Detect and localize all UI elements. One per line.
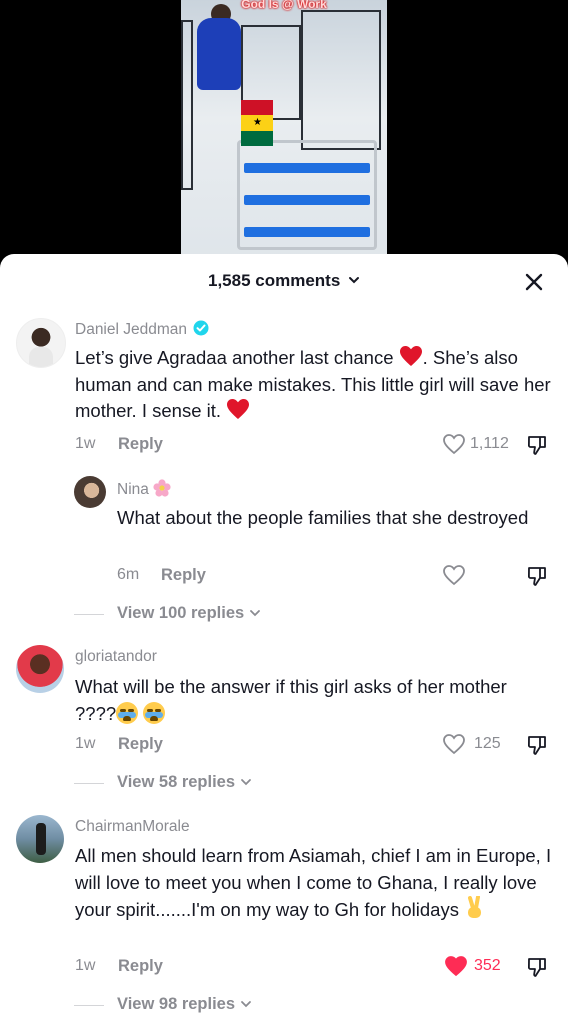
comment-text-part: What will be the answer if this girl ask…: [75, 676, 507, 724]
like-heart-icon[interactable]: [442, 433, 466, 455]
crying-face-emoji-icon: [116, 701, 139, 724]
red-heart-emoji-icon: [227, 399, 250, 419]
chevron-down-icon: [240, 1001, 251, 1008]
ghana-flag: ★: [241, 100, 273, 146]
reply-button[interactable]: Reply: [118, 435, 163, 454]
like-count: 1,112: [470, 435, 509, 452]
wire-shelf: [181, 20, 193, 190]
reply-button[interactable]: Reply: [118, 735, 163, 754]
pink-flower-emoji-icon: [153, 479, 171, 497]
comment-time: 6m: [117, 566, 140, 583]
like-count: 125: [474, 735, 501, 752]
person-figure: [197, 18, 241, 90]
avatar[interactable]: [16, 815, 64, 863]
view-replies-label: View 58 replies: [117, 773, 236, 791]
crying-face-emoji-icon: [143, 701, 166, 724]
close-icon[interactable]: [522, 270, 546, 294]
comment-text: What will be the answer if this girl ask…: [75, 674, 515, 727]
avatar[interactable]: [74, 476, 106, 508]
comment-username[interactable]: ChairmanMorale: [75, 818, 190, 836]
view-replies-button[interactable]: View 98 replies: [117, 995, 252, 1014]
reply-button[interactable]: Reply: [161, 566, 206, 585]
comment-text: All men should learn from Asiamah, chief…: [75, 843, 560, 924]
divider-line: [74, 1005, 104, 1006]
dislike-icon[interactable]: [525, 955, 549, 979]
divider-line: [74, 783, 104, 784]
verified-badge-icon: [193, 320, 209, 336]
chevron-down-icon: [240, 779, 251, 786]
avatar[interactable]: [16, 645, 64, 693]
view-replies-label: View 100 replies: [117, 604, 245, 622]
divider-line: [74, 614, 104, 615]
reply-button[interactable]: Reply: [118, 957, 163, 976]
victory-hand-emoji-icon: [468, 895, 482, 918]
like-heart-icon[interactable]: [442, 564, 466, 586]
comment-time: 1w: [75, 957, 96, 974]
comment-text: What about the people families that she …: [117, 507, 529, 528]
like-count: 352: [474, 957, 501, 974]
shelving-cart: [237, 140, 377, 250]
comment-count-toggle[interactable]: 1,585 comments: [0, 271, 568, 291]
view-replies-label: View 98 replies: [117, 995, 236, 1013]
comment-username[interactable]: Nina: [117, 479, 171, 499]
video-thumbnail[interactable]: God Is @ Work ★: [181, 0, 387, 262]
comment-time: 1w: [75, 435, 96, 452]
view-replies-button[interactable]: View 58 replies: [117, 773, 252, 792]
chevron-down-icon: [249, 610, 260, 617]
wire-shelf: [301, 10, 381, 150]
comment-username[interactable]: gloriatandor: [75, 648, 157, 666]
comment-time: 1w: [75, 735, 96, 752]
comment-username[interactable]: Daniel Jeddman: [75, 320, 209, 339]
comment-text-part: Let’s give Agradaa another last chance: [75, 347, 394, 368]
red-heart-emoji-icon: [399, 346, 422, 366]
chevron-down-icon: [349, 277, 360, 284]
dislike-icon[interactable]: [525, 564, 549, 588]
liked-heart-icon[interactable]: [444, 955, 468, 977]
username-text: Daniel Jeddman: [75, 321, 188, 338]
like-heart-icon[interactable]: [442, 733, 466, 755]
avatar[interactable]: [16, 318, 66, 368]
video-area[interactable]: God Is @ Work ★: [0, 0, 568, 262]
dislike-icon[interactable]: [525, 733, 549, 757]
dislike-icon[interactable]: [525, 433, 549, 457]
comment-text: Let’s give Agradaa another last chance .…: [75, 345, 555, 425]
comment-count: 1,585 comments: [207, 271, 341, 290]
username-text: Nina: [117, 481, 149, 498]
view-replies-button[interactable]: View 100 replies: [117, 604, 261, 623]
sheet-header: 1,585 comments: [0, 254, 568, 306]
